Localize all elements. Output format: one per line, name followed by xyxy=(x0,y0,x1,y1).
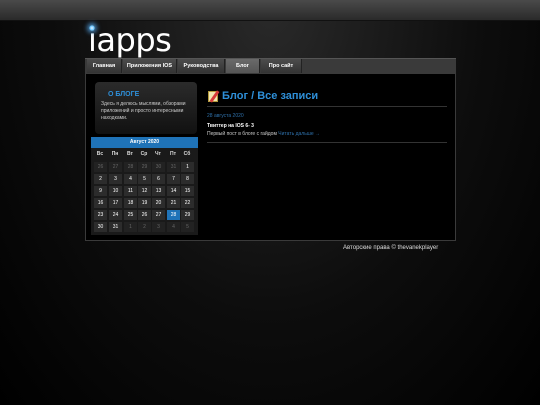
calendar-day[interactable]: 4 xyxy=(124,174,137,184)
calendar-weekday: Чт xyxy=(155,151,161,157)
post-divider xyxy=(207,142,447,143)
calendar-day[interactable]: 8 xyxy=(181,174,194,184)
calendar-day[interactable]: 14 xyxy=(167,186,180,196)
calendar-day[interactable]: 19 xyxy=(138,198,151,208)
calendar-day[interactable]: 12 xyxy=(138,186,151,196)
calendar-day[interactable]: 2 xyxy=(94,174,107,184)
top-bar xyxy=(0,0,540,21)
calendar-day[interactable]: 28 xyxy=(124,162,137,172)
calendar-day[interactable]: 7 xyxy=(167,174,180,184)
calendar-day[interactable]: 11 xyxy=(124,186,137,196)
calendar: Август 2020 Вс Пн Вт Ср Чт Пт Сб 26 27 28 29 30 31 1 2… xyxy=(91,137,198,235)
nav-item-guides[interactable]: Руководства xyxy=(178,59,225,73)
nav-item-about[interactable]: Про сайт xyxy=(261,59,302,73)
calendar-day[interactable]: 26 xyxy=(94,162,107,172)
calendar-day[interactable]: 13 xyxy=(152,186,165,196)
calendar-day[interactable]: 27 xyxy=(152,210,165,220)
calendar-day[interactable]: 9 xyxy=(94,186,107,196)
calendar-day[interactable]: 21 xyxy=(167,198,180,208)
calendar-day[interactable]: 15 xyxy=(181,186,194,196)
calendar-weekday: Вт xyxy=(127,151,133,157)
notepad-icon xyxy=(208,91,218,102)
post-date[interactable]: 28 августа 2020 xyxy=(207,113,244,119)
calendar-day[interactable]: 6 xyxy=(152,174,165,184)
calendar-day[interactable]: 3 xyxy=(109,174,122,184)
calendar-day-today[interactable]: 28 xyxy=(167,210,180,220)
post-excerpt-text: Первый пост в блоге с гайдом xyxy=(207,131,277,137)
calendar-day[interactable]: 1 xyxy=(181,162,194,172)
calendar-day[interactable]: 17 xyxy=(109,198,122,208)
post-title[interactable]: Твиттер на IOS 6- 3 xyxy=(207,123,254,129)
nav-item-ios-apps[interactable]: Приложения IOS xyxy=(123,59,177,73)
calendar-day[interactable]: 24 xyxy=(109,210,122,220)
calendar-day[interactable]: 23 xyxy=(94,210,107,220)
calendar-day[interactable]: 4 xyxy=(167,222,180,232)
about-text: Здесь я делюсь мыслями, обзорами приложе… xyxy=(101,101,186,121)
calendar-weekday: Пн xyxy=(111,151,119,157)
calendar-day[interactable]: 2 xyxy=(138,222,151,232)
calendar-weekday: Пт xyxy=(169,151,177,157)
main-nav: Главная Приложения IOS Руководства Блог … xyxy=(85,58,456,73)
read-more-link[interactable]: Читать дальше → xyxy=(278,131,320,137)
calendar-day[interactable]: 3 xyxy=(152,222,165,232)
site-logo[interactable]: iapps xyxy=(88,22,172,58)
calendar-day[interactable]: 29 xyxy=(181,210,194,220)
title-divider xyxy=(207,106,447,107)
calendar-day[interactable]: 29 xyxy=(138,162,151,172)
logo-glow-dot xyxy=(89,25,95,31)
calendar-day[interactable]: 26 xyxy=(138,210,151,220)
calendar-day[interactable]: 1 xyxy=(124,222,137,232)
calendar-weekday: Сб xyxy=(183,151,191,157)
nav-item-blog[interactable]: Блог xyxy=(226,59,260,73)
footer-copyright: Авторские права © thevanekplayer xyxy=(343,245,439,251)
post-excerpt: Первый пост в блоге с гайдом Читать даль… xyxy=(207,131,320,137)
calendar-day[interactable]: 16 xyxy=(94,198,107,208)
calendar-day[interactable]: 27 xyxy=(109,162,122,172)
calendar-weekday: Вс xyxy=(96,151,104,157)
page-title: Блог / Все записи xyxy=(222,90,319,102)
calendar-day[interactable]: 30 xyxy=(152,162,165,172)
calendar-day[interactable]: 31 xyxy=(109,222,122,232)
calendar-day[interactable]: 5 xyxy=(181,222,194,232)
calendar-day[interactable]: 5 xyxy=(138,174,151,184)
calendar-month-title: Август 2020 xyxy=(91,137,198,148)
calendar-weekday: Ср xyxy=(140,151,148,157)
calendar-day[interactable]: 18 xyxy=(124,198,137,208)
nav-item-home[interactable]: Главная xyxy=(87,59,122,73)
calendar-day[interactable]: 22 xyxy=(181,198,194,208)
calendar-day[interactable]: 20 xyxy=(152,198,165,208)
calendar-day[interactable]: 31 xyxy=(167,162,180,172)
calendar-day[interactable]: 10 xyxy=(109,186,122,196)
calendar-day[interactable]: 30 xyxy=(94,222,107,232)
calendar-day[interactable]: 25 xyxy=(124,210,137,220)
about-title: О БЛОГЕ xyxy=(108,91,140,98)
